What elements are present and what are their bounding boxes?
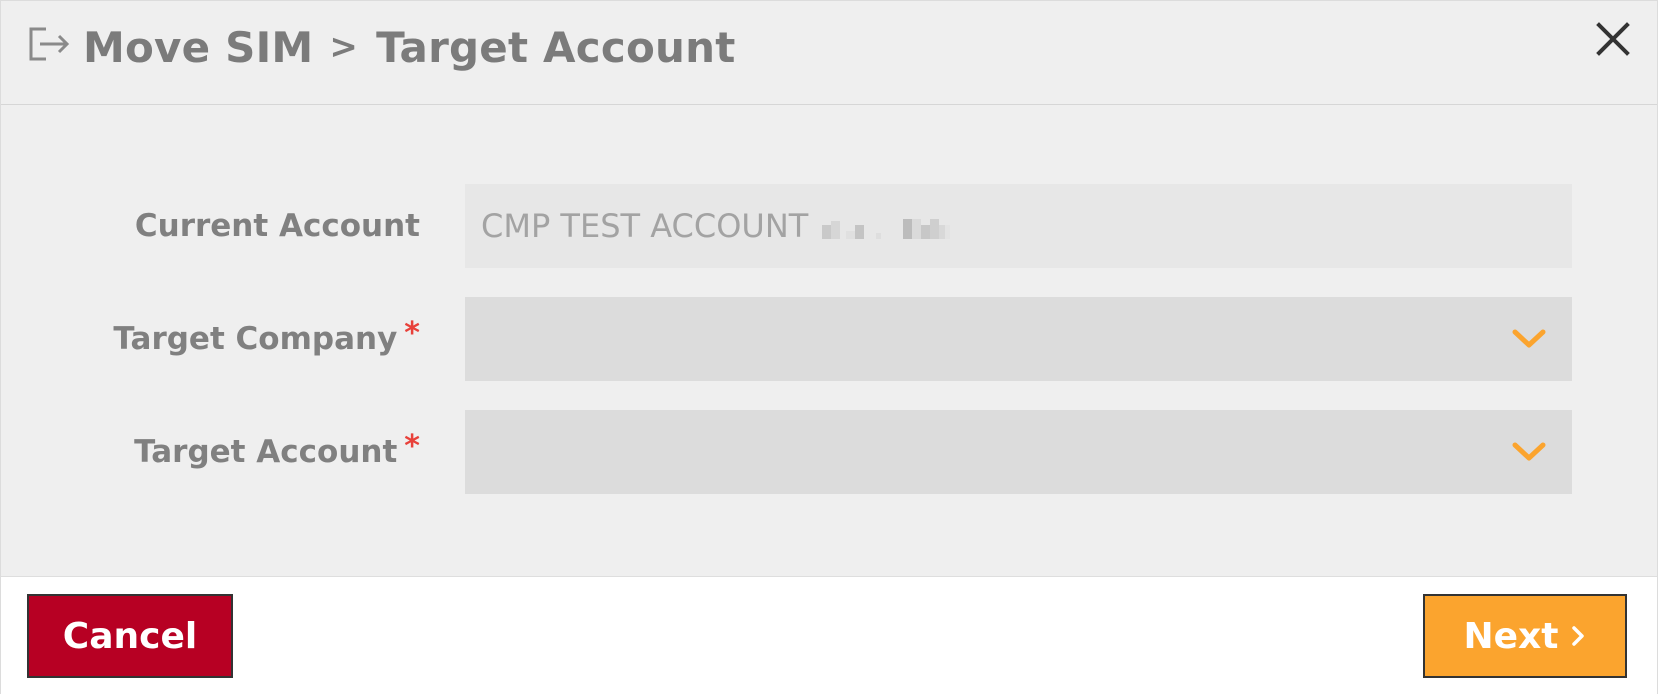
target-company-label-text: Target Company xyxy=(113,321,398,357)
dialog-footer: Cancel Next xyxy=(1,576,1657,694)
target-company-select[interactable] xyxy=(465,297,1572,381)
next-button[interactable]: Next xyxy=(1423,594,1627,678)
dialog-header: Move SIM > Target Account xyxy=(1,1,1657,105)
target-account-select[interactable] xyxy=(465,410,1572,494)
dialog-body: Current Account CMP TEST ACCOUNT Target … xyxy=(1,105,1657,576)
chevron-down-icon[interactable] xyxy=(1511,440,1547,464)
current-account-field: CMP TEST ACCOUNT xyxy=(465,184,1572,268)
title-move-sim: Move SIM xyxy=(83,22,314,72)
current-account-row: Current Account CMP TEST ACCOUNT xyxy=(1,184,1657,268)
current-account-value: CMP TEST ACCOUNT xyxy=(481,207,809,245)
close-icon[interactable] xyxy=(1593,19,1633,59)
required-mark: * xyxy=(404,315,420,351)
dialog-title: Move SIM > Target Account xyxy=(83,19,735,75)
target-account-label: Target Account * xyxy=(134,410,420,494)
target-account-label-text: Target Account xyxy=(134,434,398,470)
chevron-down-icon[interactable] xyxy=(1511,327,1547,351)
required-mark: * xyxy=(404,428,420,464)
cancel-button-label: Cancel xyxy=(62,615,198,657)
target-company-row: Target Company * xyxy=(1,297,1657,381)
move-sim-dialog: Move SIM > Target Account Current Accoun… xyxy=(0,0,1658,694)
target-company-label: Target Company * xyxy=(113,297,420,381)
redacted-text xyxy=(822,213,951,239)
next-button-label: Next xyxy=(1463,615,1559,657)
target-account-row: Target Account * xyxy=(1,410,1657,494)
current-account-label-text: Current Account xyxy=(134,208,420,244)
exit-arrow-icon xyxy=(29,27,70,61)
cancel-button[interactable]: Cancel xyxy=(27,594,233,678)
chevron-right-icon xyxy=(1572,626,1585,646)
breadcrumb-separator: > xyxy=(329,27,359,67)
title-target-account: Target Account xyxy=(376,22,736,72)
current-account-label: Current Account xyxy=(135,184,420,268)
